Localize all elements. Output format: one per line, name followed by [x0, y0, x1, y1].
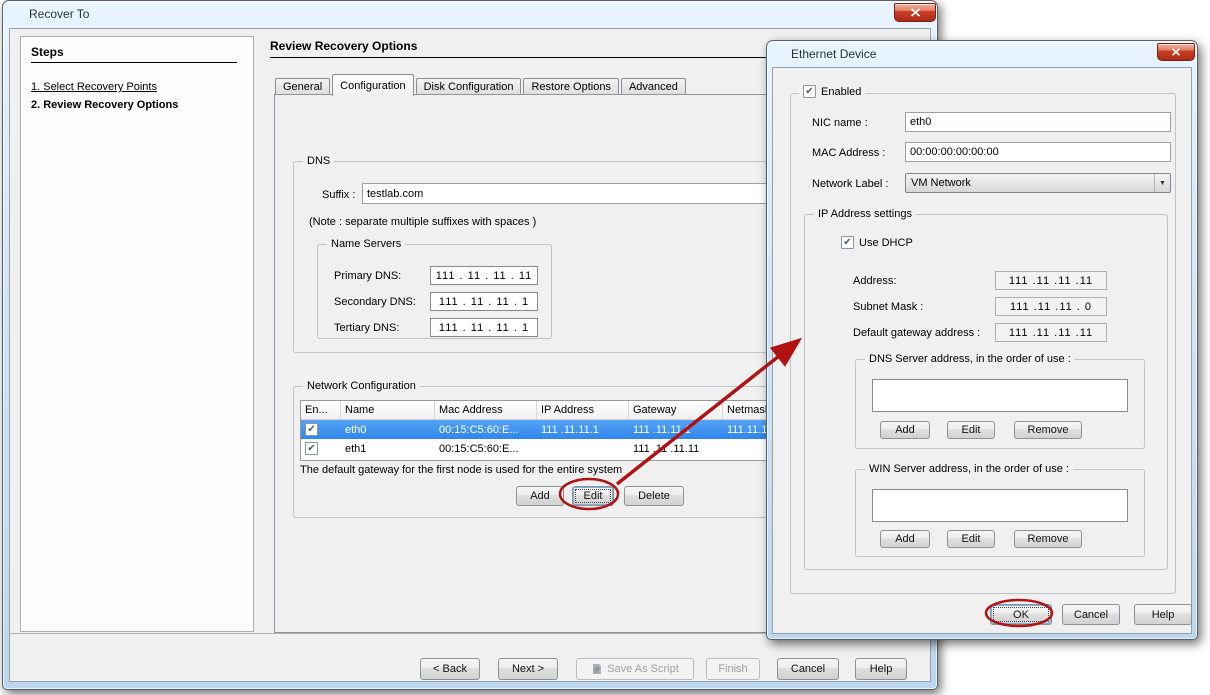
step-review-recovery-options: 2. Review Recovery Options — [31, 99, 178, 111]
suffix-note: (Note : separate multiple suffixes with … — [309, 216, 536, 228]
row-enabled-checkbox[interactable]: ✔ — [305, 423, 318, 436]
delete-button[interactable]: Delete — [624, 486, 684, 506]
win-remove-button[interactable]: Remove — [1014, 530, 1082, 548]
enabled-label: Enabled — [821, 86, 861, 98]
win-server-group-label: WIN Server address, in the order of use … — [865, 463, 1073, 475]
primary-dns-label: Primary DNS: — [334, 270, 401, 282]
secondary-dns-input[interactable]: 111 . 11 . 11 . 1 — [430, 292, 538, 311]
back-button[interactable]: < Back — [420, 658, 480, 680]
subnet-mask-label: Subnet Mask : — [853, 301, 923, 313]
col-ip: IP Address — [537, 401, 629, 419]
steps-panel: Steps 1. Select Recovery Points 2. Revie… — [20, 36, 254, 632]
ethernet-dialog-body: ✔ Enabled NIC name : eth0 MAC Address : … — [772, 67, 1192, 634]
row-enabled-checkbox[interactable]: ✔ — [305, 442, 318, 455]
subnet-mask-input: 111 .11 .11 . 0 — [995, 297, 1107, 316]
use-dhcp-label: Use DHCP — [859, 237, 913, 249]
tertiary-dns-input[interactable]: 111 . 11 . 11 . 1 — [430, 318, 538, 337]
cell-name: eth1 — [341, 443, 435, 455]
default-gateway-label: Default gateway address : — [853, 327, 980, 339]
name-servers-group-label: Name Servers — [327, 238, 405, 250]
tab-advanced[interactable]: Advanced — [621, 78, 686, 95]
name-servers-group: Name Servers Primary DNS: 111 . 11 . 11 … — [317, 244, 552, 339]
script-icon — [591, 663, 603, 675]
address-label: Address: — [853, 275, 896, 287]
win-server-listbox[interactable] — [872, 489, 1128, 522]
win-add-button[interactable]: Add — [880, 530, 930, 548]
add-button[interactable]: Add — [516, 486, 564, 506]
checkbox-checked-icon: ✔ — [841, 236, 854, 249]
secondary-dns-label: Secondary DNS: — [334, 296, 416, 308]
steps-rule — [31, 62, 237, 63]
dns-remove-button[interactable]: Remove — [1014, 421, 1082, 439]
cell-gateway: 111 .11.11.1 — [629, 424, 723, 436]
dns-server-group: DNS Server address, in the order of use … — [855, 359, 1145, 449]
save-as-script-label: Save As Script — [607, 663, 679, 675]
dialog-title: Ethernet Device — [791, 47, 876, 61]
nic-name-label: NIC name : — [812, 117, 868, 129]
ip-address-settings-group: IP Address settings ✔ Use DHCP Address: … — [804, 214, 1168, 570]
cancel-button[interactable]: Cancel — [777, 658, 839, 680]
ip-settings-label: IP Address settings — [814, 208, 916, 220]
cell-gateway: 111 .11 .11.11 — [629, 443, 723, 455]
enabled-checkbox[interactable]: ✔ Enabled — [799, 85, 865, 98]
ok-button[interactable]: OK — [990, 604, 1052, 625]
network-label-value: VM Network — [911, 177, 971, 189]
dns-group-label: DNS — [303, 155, 334, 167]
tabstrip: General Configuration Disk Configuration… — [275, 73, 688, 95]
col-enabled: En... — [301, 401, 341, 419]
cell-mac: 00:15:C5:60:E... — [435, 443, 537, 455]
chevron-down-icon: ▼ — [1154, 174, 1170, 192]
tab-disk-configuration[interactable]: Disk Configuration — [416, 78, 522, 95]
save-as-script-button: Save As Script — [576, 658, 694, 680]
suffix-label: Suffix : — [322, 189, 355, 201]
close-icon[interactable] — [1157, 43, 1195, 61]
dns-add-button[interactable]: Add — [880, 421, 930, 439]
use-dhcp-checkbox[interactable]: ✔ Use DHCP — [841, 236, 913, 249]
help-button[interactable]: Help — [855, 658, 907, 680]
dns-server-listbox[interactable] — [872, 379, 1128, 412]
tab-restore-options[interactable]: Restore Options — [523, 78, 618, 95]
network-label-select[interactable]: VM Network ▼ — [905, 173, 1171, 193]
primary-dns-input[interactable]: 111 . 11 . 11 . 11 — [430, 266, 538, 285]
win-server-group: WIN Server address, in the order of use … — [855, 469, 1145, 557]
network-configuration-label: Network Configuration — [303, 380, 420, 392]
cell-mac: 00:15:C5:60:E... — [435, 424, 537, 436]
win-edit-button[interactable]: Edit — [947, 530, 995, 548]
next-button[interactable]: Next > — [498, 658, 558, 680]
mac-address-input[interactable]: 00:00:00:00:00:00 — [905, 142, 1171, 162]
mac-address-label: MAC Address : — [812, 147, 885, 159]
cell-ip: 111 .11.11.1 — [537, 424, 629, 436]
edit-button[interactable]: Edit — [572, 486, 614, 506]
default-gateway-input: 111 .11 .11 .11 — [995, 323, 1107, 342]
dns-edit-button[interactable]: Edit — [947, 421, 995, 439]
col-name: Name — [341, 401, 435, 419]
step-select-recovery-points[interactable]: 1. Select Recovery Points — [31, 81, 157, 93]
dns-server-group-label: DNS Server address, in the order of use … — [865, 353, 1075, 365]
address-input: 111 .11 .11 .11 — [995, 271, 1107, 290]
nic-name-input[interactable]: eth0 — [905, 112, 1171, 132]
tab-general[interactable]: General — [275, 78, 330, 95]
cell-name: eth0 — [341, 424, 435, 436]
col-mac: Mac Address — [435, 401, 537, 419]
page-title: Review Recovery Options — [270, 39, 417, 53]
window-title: Recover To — [29, 7, 89, 21]
tertiary-dns-label: Tertiary DNS: — [334, 322, 399, 334]
steps-heading: Steps — [31, 45, 64, 59]
network-label-label: Network Label : — [812, 178, 888, 190]
screen: Recover To Steps 1. Select Recovery Poin… — [0, 0, 1210, 695]
help-button[interactable]: Help — [1134, 604, 1192, 625]
close-icon[interactable] — [894, 3, 936, 22]
col-gateway: Gateway — [629, 401, 723, 419]
gateway-note: The default gateway for the first node i… — [300, 464, 622, 476]
ethernet-device-dialog: Ethernet Device ✔ Enabled NIC name : eth… — [766, 40, 1198, 640]
tab-configuration[interactable]: Configuration — [332, 74, 413, 96]
finish-button: Finish — [706, 658, 760, 680]
cancel-button[interactable]: Cancel — [1062, 604, 1120, 625]
checkbox-checked-icon: ✔ — [803, 85, 816, 98]
